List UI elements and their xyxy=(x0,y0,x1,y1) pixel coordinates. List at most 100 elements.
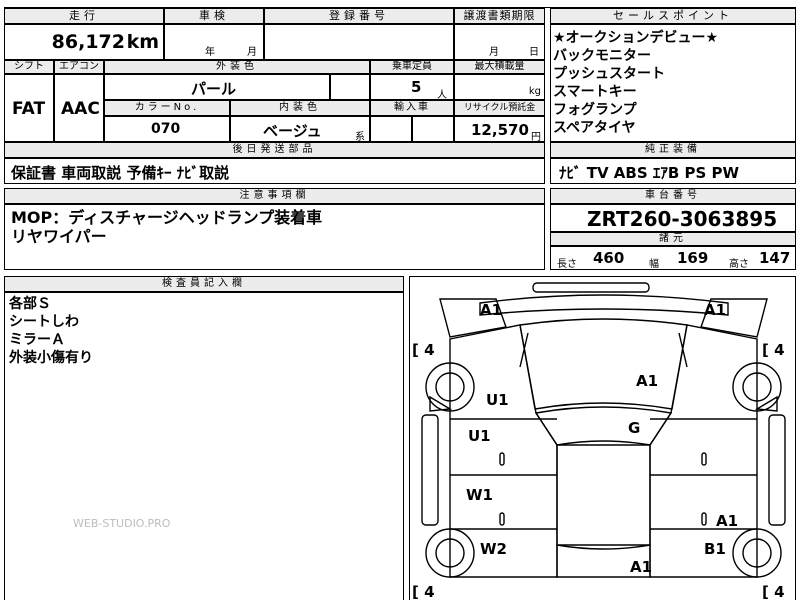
transfer-month-unit: 月 xyxy=(489,47,499,58)
inspector-note: 各部Ｓ xyxy=(9,296,51,312)
aircon-value: AAC xyxy=(61,99,100,119)
recycle-value: 12,570 xyxy=(471,121,529,139)
inspection-month-unit: 月 xyxy=(247,47,257,58)
selling-points-header: セールスポイント xyxy=(550,8,796,24)
mileage-unit: km xyxy=(126,31,159,53)
left-front-handle xyxy=(499,452,505,466)
import-cell-right xyxy=(412,116,454,142)
watermark: WEB-STUDIO.PRO xyxy=(73,517,171,530)
interior-color-suffix: 系 xyxy=(355,132,365,143)
color-no-header: カラーNo. xyxy=(104,100,230,116)
top-strip xyxy=(4,0,796,8)
spec-width-label: 幅 xyxy=(649,259,659,270)
inspector-header: 検査員記入欄 xyxy=(4,276,404,292)
label-left-rear-door: W1 xyxy=(466,486,493,504)
inspector-note: ミラーＡ xyxy=(9,332,65,348)
spec-height-label: 高さ xyxy=(729,259,749,270)
max-load-unit: kg xyxy=(528,86,541,97)
recycle-unit: 円 xyxy=(531,132,541,143)
shift-value: FAT xyxy=(12,99,46,119)
capacity-cell: 5 人 xyxy=(370,74,454,101)
max-load-cell: kg xyxy=(454,74,545,100)
front-bumper-shape xyxy=(532,282,650,293)
transfer-day-unit: 日 xyxy=(529,47,539,58)
capacity-unit: 人 xyxy=(437,90,447,101)
selling-points-box: ★オークションデビュー★ バックモニター プッシュスタート スマートキー フォグ… xyxy=(550,24,796,142)
exterior-color-extra-cell xyxy=(330,74,370,100)
selling-point-item: フォグランプ xyxy=(553,102,637,118)
transfer-deadline-header: 譲渡書類期限 xyxy=(454,8,545,24)
spec-length-label: 長さ xyxy=(557,259,577,270)
inspection-header: 車検 xyxy=(164,8,264,24)
recycle-header: リサイクル預託金 xyxy=(454,100,545,116)
inspector-notes-box: 各部Ｓ シートしわ ミラーＡ 外装小傷有り WEB-STUDIO.PRO xyxy=(4,292,404,600)
aircon-header: エアコン xyxy=(54,60,104,74)
spec-width-value: 169 xyxy=(677,249,709,267)
front-grille-shape xyxy=(479,294,729,316)
documents-header: 後日発送部品 xyxy=(4,142,545,158)
selling-point-item: スマートキー xyxy=(553,84,637,100)
label-roof-rear: A1 xyxy=(630,558,653,576)
right-rear-handle xyxy=(701,512,707,526)
specs-cell: 長さ 460 幅 169 高さ 147 xyxy=(550,246,796,270)
aircon-cell: AAC xyxy=(54,74,104,142)
notes-header: 注意事項欄 xyxy=(4,188,545,204)
inspection-cell: 年 月 xyxy=(164,24,264,60)
label-left-rear-fender: W2 xyxy=(480,540,507,558)
equipment-header: 純正装備 xyxy=(550,142,796,158)
tire-depth-front-right: [ 4 xyxy=(762,341,785,359)
interior-color-cell: ベージュ 系 xyxy=(230,116,370,143)
left-rear-handle xyxy=(499,512,505,526)
label-right-rear-fender: B1 xyxy=(704,540,726,558)
label-hood: A1 xyxy=(636,372,659,390)
right-rocker-shape xyxy=(768,414,786,526)
registration-cell xyxy=(264,24,454,60)
max-load-header: 最大積載量 xyxy=(454,60,545,74)
spec-length-value: 460 xyxy=(593,249,625,267)
notes-line: MOP：ディスチャージヘッドランプ装着車 xyxy=(11,208,323,227)
label-right-rear-door: A1 xyxy=(716,512,739,530)
notes-cell: MOP：ディスチャージヘッドランプ装着車 リヤワイパー xyxy=(4,204,545,270)
import-header: 輸入車 xyxy=(370,100,454,116)
label-windshield: G xyxy=(628,419,641,437)
left-rocker-shape xyxy=(421,414,439,526)
label-front-right-corner: A1 xyxy=(704,301,727,319)
inspector-note: 外装小傷有り xyxy=(9,350,93,366)
mileage-header: 走行 xyxy=(4,8,164,24)
chassis-number: ZRT260-3063895 xyxy=(587,207,778,231)
selling-point-item: スペアタイヤ xyxy=(553,120,636,136)
exterior-color-value: パール xyxy=(191,80,237,98)
shift-header: シフト xyxy=(4,60,54,74)
label-front-left-corner: A1 xyxy=(480,301,503,319)
inspector-note: シートしわ xyxy=(9,314,79,330)
roof-shape xyxy=(556,444,651,546)
hood-shape xyxy=(519,318,688,410)
mileage-value: 86,172 xyxy=(51,31,125,53)
exterior-color-header: 外装色 xyxy=(104,60,370,74)
interior-color-header: 内装色 xyxy=(230,100,370,116)
capacity-header: 乗車定員 xyxy=(370,60,454,74)
shift-cell: FAT xyxy=(4,74,54,142)
tire-depth-rear-left: [ 4 xyxy=(412,583,435,601)
capacity-value: 5 xyxy=(411,78,422,96)
selling-point-item: プッシュスタート xyxy=(553,66,665,82)
selling-point-item: バックモニター xyxy=(553,48,651,64)
documents-cell: 保証書 車両取説 予備ｷｰ ﾅﾋﾞ取説 xyxy=(4,158,545,184)
car-diagram-box: A1 A1 A1 G U1 U1 W1 W2 A1 B1 A1 [ 4 [ 4 … xyxy=(409,276,796,601)
windshield-shape xyxy=(534,406,673,446)
notes-line: リヤワイパー xyxy=(11,227,107,246)
label-left-front-door: U1 xyxy=(468,427,491,445)
color-no-cell: 070 xyxy=(104,116,230,142)
tire-depth-front-left: [ 4 xyxy=(412,341,435,359)
tire-depth-rear-right: [ 4 xyxy=(762,583,785,601)
chassis-header: 車台番号 xyxy=(550,188,796,204)
interior-color-value: ベージュ xyxy=(263,122,322,140)
chassis-cell: ZRT260-3063895 xyxy=(550,204,796,232)
equipment-cell: ﾅﾋﾞ TV ABS ｴｱB PS PW xyxy=(550,158,796,184)
selling-point-item: ★オークションデビュー★ xyxy=(553,30,719,46)
documents-value: 保証書 車両取説 予備ｷｰ ﾅﾋﾞ取説 xyxy=(11,164,230,182)
label-left-front-fender: U1 xyxy=(486,391,509,409)
right-front-handle xyxy=(701,452,707,466)
recycle-cell: 12,570 円 xyxy=(454,116,545,143)
import-cell-left xyxy=(370,116,412,142)
